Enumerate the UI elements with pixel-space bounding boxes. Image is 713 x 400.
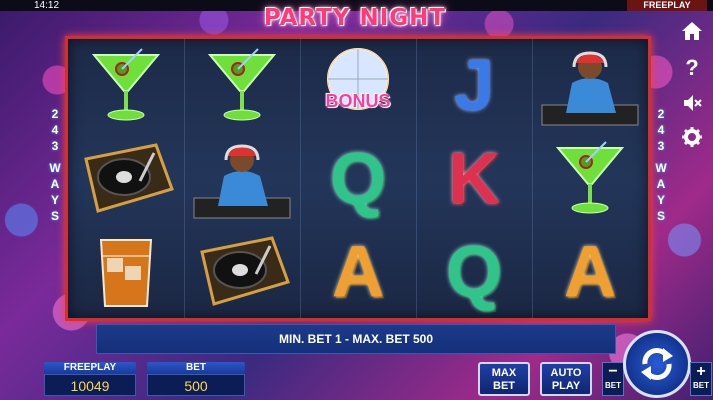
- reel-4: J K Q: [416, 39, 533, 318]
- reel-5: A: [532, 39, 648, 318]
- spin-arrows-icon: [641, 348, 673, 380]
- ways-digit: 3: [51, 139, 59, 153]
- ways-indicator-right: 2 4 3 W A Y S: [650, 106, 672, 224]
- ways-letter: S: [656, 209, 665, 223]
- bet-increase-button[interactable]: + BET: [690, 362, 712, 396]
- letter-k-symbol: K: [448, 138, 500, 219]
- ways-letter: Y: [50, 193, 59, 207]
- help-icon[interactable]: ?: [679, 54, 705, 80]
- dj-symbol: [532, 39, 648, 132]
- reel-1: [68, 39, 185, 318]
- ways-letter: W: [49, 161, 61, 175]
- bet-label: BET: [147, 362, 245, 374]
- turntable-symbol: [68, 132, 184, 225]
- bet-limits-bar: MIN. BET 1 - MAX. BET 500: [96, 324, 616, 354]
- letter-j-symbol: J: [453, 45, 495, 126]
- ways-letter: W: [655, 161, 667, 175]
- whiskey-glass-symbol: [68, 225, 184, 318]
- ways-letter: Y: [656, 193, 665, 207]
- ways-digit: 3: [657, 139, 665, 153]
- letter-q-symbol: Q: [329, 138, 386, 219]
- ways-letter: A: [50, 177, 60, 191]
- letter-a-symbol: A: [332, 231, 384, 312]
- letter-q-symbol: Q: [445, 231, 502, 312]
- reel-2: [184, 39, 301, 318]
- reel-3: BONUS Q A: [300, 39, 417, 318]
- disco-ball-bonus-symbol: BONUS: [300, 39, 416, 132]
- max-bet-button[interactable]: MAX BET: [478, 362, 530, 396]
- ways-letter: A: [656, 177, 666, 191]
- bonus-label: BONUS: [325, 90, 391, 111]
- autoplay-button[interactable]: AUTO PLAY: [540, 362, 592, 396]
- martini-glass-symbol: [532, 132, 648, 225]
- martini-glass-symbol: [68, 39, 184, 132]
- letter-a-symbol: A: [564, 231, 616, 312]
- balance-label: FREEPLAY: [44, 362, 136, 374]
- ways-digit: 4: [51, 123, 59, 137]
- sound-off-icon[interactable]: [679, 90, 705, 116]
- clock: 14:12: [34, 0, 60, 11]
- ways-digit: 4: [657, 123, 665, 137]
- ways-digit: 2: [51, 107, 59, 121]
- bet-decrease-button[interactable]: − BET: [602, 362, 624, 396]
- svg-text:?: ?: [685, 56, 698, 78]
- spin-button[interactable]: [623, 330, 691, 398]
- bet-value: 500: [147, 374, 245, 396]
- reels-area: BONUS Q A J K Q A: [65, 36, 651, 321]
- freeplay-mode-badge: FREEPLAY: [627, 0, 707, 11]
- settings-icon[interactable]: [679, 124, 705, 150]
- ways-letter: S: [50, 209, 59, 223]
- game-logo: PARTY NIGHT: [263, 5, 447, 31]
- ways-digit: 2: [657, 107, 665, 121]
- home-icon[interactable]: [679, 18, 705, 44]
- turntable-symbol: [184, 225, 300, 318]
- martini-glass-symbol: [184, 39, 300, 132]
- ways-indicator-left: 2 4 3 W A Y S: [44, 106, 66, 224]
- balance-value: 10049: [44, 374, 136, 396]
- dj-symbol: [184, 132, 300, 225]
